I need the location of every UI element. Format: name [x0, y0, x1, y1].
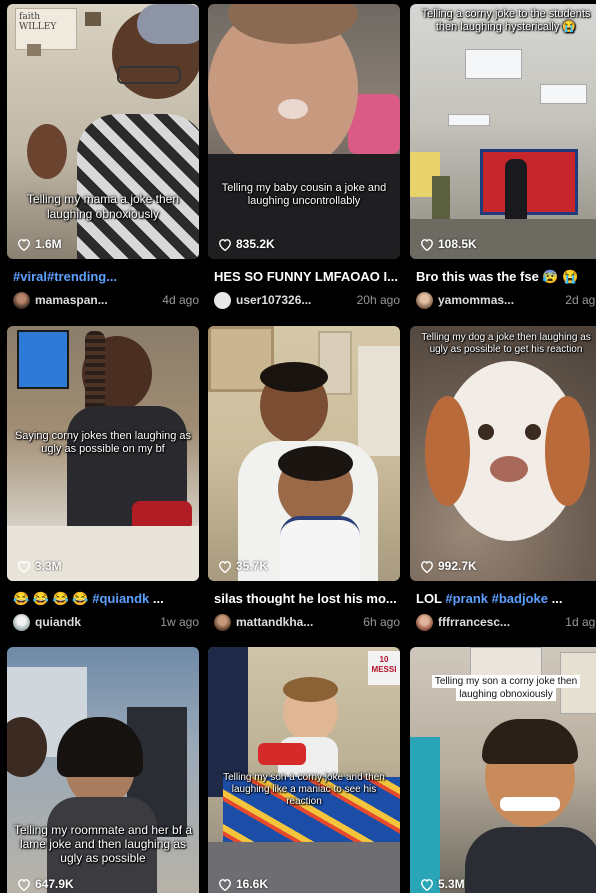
- overlay-caption: Telling my son a corny joke then laughin…: [430, 675, 582, 701]
- plaid-shirt: [77, 114, 199, 259]
- author-row[interactable]: yamommas... 2d ago: [416, 291, 596, 309]
- like-count: 16.6K: [218, 877, 268, 891]
- like-count: 3.3M: [17, 559, 62, 573]
- video-caption[interactable]: silas thought he lost his mo...: [214, 591, 400, 606]
- hair: [482, 719, 578, 764]
- avatar[interactable]: [416, 613, 433, 631]
- overlay-caption: Telling my baby cousin a joke and laughi…: [221, 182, 387, 207]
- nose: [278, 99, 308, 119]
- hand: [27, 124, 67, 179]
- overlay-caption: Telling a corny joke to the students the…: [421, 8, 591, 33]
- video-caption[interactable]: Bro this was the fse 😰 😭: [416, 269, 596, 285]
- smile: [500, 797, 560, 811]
- video-thumbnail[interactable]: Telling my roommate and her bf a lame jo…: [7, 647, 199, 893]
- heart-icon: [219, 878, 231, 891]
- avatar[interactable]: [13, 291, 30, 309]
- video-caption[interactable]: #viral#trending...: [13, 269, 199, 284]
- wall-sign: faith WILLEY: [15, 8, 77, 50]
- video-thumbnail[interactable]: 35.7K: [208, 326, 400, 581]
- author-row[interactable]: user107326... 20h ago: [214, 291, 400, 309]
- post-age: 6h ago: [363, 615, 400, 629]
- hair: [283, 677, 338, 702]
- dog-ear: [545, 396, 590, 506]
- dog-eye: [478, 424, 494, 440]
- video-thumbnail[interactable]: Telling my baby cousin a joke and laughi…: [208, 4, 400, 259]
- video-thumbnail[interactable]: faith WILLEY Telling my mama a joke then…: [7, 4, 199, 259]
- post-age: 1w ago: [160, 615, 199, 629]
- video-thumbnail[interactable]: Saying corny jokes then laughing as ugly…: [7, 326, 199, 581]
- video-caption[interactable]: LOL #prank #badjoke ...: [416, 591, 596, 606]
- author-row[interactable]: mamaspan... 4d ago: [13, 291, 199, 309]
- messi-sign: 10 MESSI: [368, 651, 400, 685]
- baby-shirt: [280, 516, 360, 581]
- author-name[interactable]: user107326...: [236, 293, 351, 307]
- heart-icon: [18, 238, 30, 251]
- hair: [260, 362, 328, 392]
- ceiling-light: [465, 49, 522, 79]
- author-name[interactable]: fffrrancesc...: [438, 615, 559, 629]
- post-age: 4d ago: [162, 293, 199, 307]
- author-row[interactable]: mattandkha... 6h ago: [214, 613, 400, 631]
- like-count: 108.5K: [420, 237, 477, 251]
- avatar[interactable]: [214, 613, 231, 631]
- video-caption[interactable]: 😂 😂 😂 😂 #quiandk ...: [13, 591, 199, 607]
- dog-eye: [525, 424, 541, 440]
- like-count: 835.2K: [218, 237, 275, 251]
- author-row[interactable]: quiandk 1w ago: [13, 613, 199, 631]
- author-row[interactable]: fffrrancesc... 1d ago: [416, 613, 596, 631]
- dog-ear: [425, 396, 470, 506]
- like-count: 647.9K: [17, 877, 74, 891]
- avatar[interactable]: [416, 291, 433, 309]
- ceiling-light: [540, 84, 587, 104]
- dog-nose: [490, 456, 528, 482]
- overlay-caption: Telling my roommate and her bf a lame jo…: [13, 823, 193, 865]
- author-name[interactable]: mamaspan...: [35, 293, 156, 307]
- avatar[interactable]: [214, 291, 231, 309]
- bulletin-board: [480, 149, 578, 215]
- video-caption[interactable]: HES SO FUNNY LMFAOAO I...: [214, 269, 400, 284]
- post-age: 20h ago: [356, 293, 400, 307]
- author-name[interactable]: yamommas...: [438, 293, 559, 307]
- overlay-caption: Saying corny jokes then laughing as ugly…: [14, 430, 192, 455]
- video-thumbnail[interactable]: Telling my son a corny joke then laughin…: [410, 647, 596, 893]
- video-thumbnail[interactable]: Telling my dog a joke then laughing as u…: [410, 326, 596, 581]
- overlay-caption: Telling my dog a joke then laughing as u…: [421, 332, 591, 355]
- heart-icon: [18, 560, 30, 573]
- author-name[interactable]: mattandkha...: [236, 615, 357, 629]
- heart-icon: [421, 878, 433, 891]
- author-name[interactable]: quiandk: [35, 615, 154, 629]
- post-age: 2d ago: [565, 293, 596, 307]
- like-count: 5.3M: [420, 877, 465, 891]
- boy-shirt: [465, 827, 596, 893]
- heart-icon: [219, 560, 231, 573]
- heart-icon: [219, 238, 231, 251]
- heart-icon: [18, 878, 30, 891]
- wall-poster: [17, 330, 69, 389]
- like-count: 1.6M: [17, 237, 62, 251]
- baby-hair: [278, 446, 353, 481]
- teal-object: [410, 737, 440, 893]
- like-count: 992.7K: [420, 559, 477, 573]
- avatar[interactable]: [13, 613, 30, 631]
- head-wrap: [137, 4, 199, 44]
- overlay-caption: Telling my mama a joke then laughing obn…: [26, 192, 180, 221]
- video-thumbnail[interactable]: 10 MESSI Telling my son a corny joke and…: [208, 647, 400, 893]
- post-age: 1d ago: [565, 615, 596, 629]
- video-thumbnail[interactable]: Telling a corny joke to the students the…: [410, 4, 596, 259]
- like-count: 35.7K: [218, 559, 268, 573]
- overlay-caption: Telling my son a corny joke and then lau…: [223, 772, 385, 807]
- heart-icon: [421, 560, 433, 573]
- pillow: [258, 743, 306, 765]
- heart-icon: [421, 238, 433, 251]
